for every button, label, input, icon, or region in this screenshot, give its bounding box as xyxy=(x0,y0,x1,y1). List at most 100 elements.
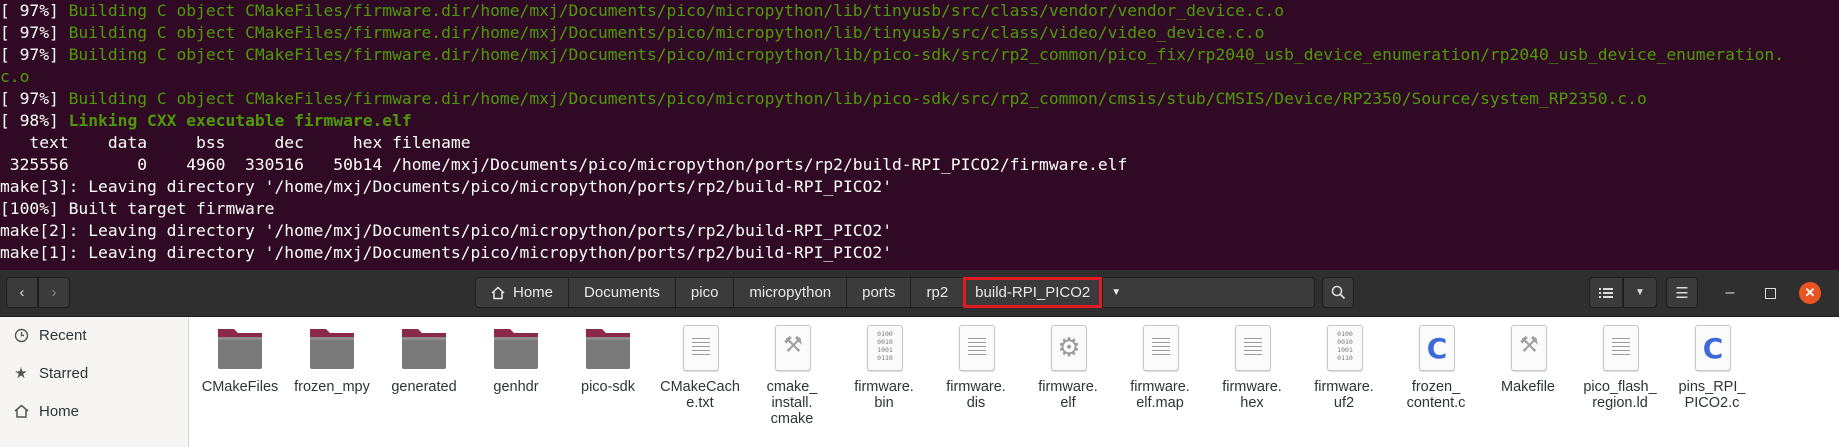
sidebar-item-recent[interactable]: Recent xyxy=(0,317,188,353)
minimize-icon: – xyxy=(1725,284,1735,301)
file-name: genhdr xyxy=(493,379,539,395)
file-item-cmakefiles[interactable]: CMakeFiles xyxy=(192,323,288,395)
breadcrumb-rp2[interactable]: rp2 xyxy=(910,277,964,308)
folder-icon xyxy=(582,323,634,375)
folder-icon xyxy=(490,323,542,375)
breadcrumb-ports[interactable]: ports xyxy=(846,277,911,308)
file-name: firmware. uf2 xyxy=(1314,379,1374,411)
terminal-line: [100%] Built target firmware xyxy=(0,198,1839,220)
chevron-right-icon: › xyxy=(51,284,57,301)
c-source-icon: C xyxy=(1410,323,1462,375)
hammer-icon: ⚒ xyxy=(1502,323,1554,375)
home-icon xyxy=(491,285,505,299)
terminal-line: [ 98%] Linking CXX executable firmware.e… xyxy=(0,110,1839,132)
text-file-icon xyxy=(1594,323,1646,375)
file-name: generated xyxy=(391,379,457,395)
file-name: firmware. bin xyxy=(854,379,914,411)
file-item-firmware-elf[interactable]: ⚙ firmware. elf xyxy=(1020,323,1116,411)
file-item-firmware-uf2[interactable]: 0100 0010 1001 0110 firmware. uf2 xyxy=(1296,323,1392,411)
sidebar-item-label: Home xyxy=(39,402,80,420)
forward-button[interactable]: › xyxy=(38,277,70,308)
terminal-line: 325556 0 4960 330516 50b14 /home/mxj/Doc… xyxy=(0,154,1839,176)
maximize-button[interactable] xyxy=(1759,282,1781,304)
file-item-firmware-bin[interactable]: 0100 0010 1001 0110 firmware. bin xyxy=(836,323,932,411)
sidebar-item-home[interactable]: Home xyxy=(0,393,188,429)
file-item-firmware-dis[interactable]: firmware. dis xyxy=(928,323,1024,411)
view-options-button[interactable]: ▼ xyxy=(1623,277,1657,308)
file-item-frozen-content-c[interactable]: Cfrozen_ content.c xyxy=(1388,323,1484,411)
file-item-cmake-install-cmake[interactable]: ⚒ cmake_ install. cmake xyxy=(744,323,840,427)
close-button[interactable]: ✕ xyxy=(1799,282,1821,304)
terminal-line: [ 97%] Building C object CMakeFiles/firm… xyxy=(0,0,1839,22)
terminal-line-prefix: [ 98%] xyxy=(0,111,69,130)
chevron-left-icon: ‹ xyxy=(19,284,25,301)
terminal-line: make[3]: Leaving directory '/home/mxj/Do… xyxy=(0,176,1839,198)
file-item-generated[interactable]: generated xyxy=(376,323,472,395)
terminal-window[interactable]: [ 97%] Building C object CMakeFiles/firm… xyxy=(0,0,1839,270)
terminal-line-prefix: [ 97%] xyxy=(0,23,69,42)
list-view-button[interactable] xyxy=(1589,277,1623,308)
terminal-line-text: Linking CXX executable firmware.elf xyxy=(68,111,412,130)
file-name: CMakeCach e.txt xyxy=(660,379,740,411)
main-menu-button[interactable]: ☰ xyxy=(1666,277,1698,308)
terminal-line: [ 97%] Building C object CMakeFiles/firm… xyxy=(0,44,1839,66)
breadcrumb: Home Documents pico micropython ports rp… xyxy=(475,277,1315,308)
file-item-frozen-mpy[interactable]: frozen_mpy xyxy=(284,323,380,395)
file-item-makefile[interactable]: ⚒ Makefile xyxy=(1480,323,1576,395)
back-button[interactable]: ‹ xyxy=(6,277,38,308)
list-view-icon xyxy=(1599,287,1613,298)
file-item-cmakecache-txt[interactable]: CMakeCach e.txt xyxy=(652,323,748,411)
terminal-line: c.o xyxy=(0,66,1839,88)
breadcrumb-pico[interactable]: pico xyxy=(674,277,734,308)
terminal-line: make[1]: Leaving directory '/home/mxj/Do… xyxy=(0,242,1839,264)
close-icon: ✕ xyxy=(1804,285,1816,300)
clock-icon xyxy=(12,328,30,343)
terminal-line-prefix: [ 97%] xyxy=(0,1,69,20)
file-item-firmware-hex[interactable]: firmware. hex xyxy=(1204,323,1300,411)
file-item-pico-flash-region-ld[interactable]: pico_flash_ region.ld xyxy=(1572,323,1668,411)
star-icon: ★ xyxy=(14,365,28,382)
text-file-icon xyxy=(1134,323,1186,375)
minimize-button[interactable]: – xyxy=(1719,282,1741,304)
hamburger-icon: ☰ xyxy=(1675,284,1689,302)
file-name: firmware. dis xyxy=(946,379,1006,411)
sidebar-item-label: Recent xyxy=(39,326,87,344)
terminal-line-text: Building C object CMakeFiles/firmware.di… xyxy=(68,23,1265,42)
terminal-line-text: make[3]: Leaving directory '/home/mxj/Do… xyxy=(0,177,892,196)
sidebar: Recent ★ Starred Home xyxy=(0,317,189,447)
binary-file-icon: 0100 0010 1001 0110 xyxy=(858,323,910,375)
maximize-icon xyxy=(1764,287,1776,299)
file-name: frozen_ content.c xyxy=(1406,379,1466,411)
folder-icon xyxy=(306,323,358,375)
file-manager-window: ‹ › Home Documents pico micropython port… xyxy=(0,270,1839,447)
c-source-icon: C xyxy=(1686,323,1738,375)
file-item-pico-sdk[interactable]: pico-sdk xyxy=(560,323,656,395)
home-icon xyxy=(12,404,30,418)
file-name: firmware. elf.map xyxy=(1130,379,1190,411)
terminal-line-text: make[2]: Leaving directory '/home/mxj/Do… xyxy=(0,221,892,240)
text-file-icon xyxy=(1226,323,1278,375)
breadcrumb-micropython[interactable]: micropython xyxy=(733,277,847,308)
binary-file-icon: 0100 0010 1001 0110 xyxy=(1318,323,1370,375)
file-name: firmware. hex xyxy=(1222,379,1282,411)
terminal-line: [ 97%] Building C object CMakeFiles/firm… xyxy=(0,88,1839,110)
search-button[interactable] xyxy=(1322,277,1354,308)
breadcrumb-documents[interactable]: Documents xyxy=(568,277,675,308)
breadcrumb-home[interactable]: Home xyxy=(475,277,569,308)
terminal-line-prefix: [ 97%] xyxy=(0,89,69,108)
sidebar-item-starred[interactable]: ★ Starred xyxy=(0,355,188,391)
gear-icon: ⚙ xyxy=(1042,323,1094,375)
breadcrumb-label: Home xyxy=(513,284,554,301)
file-name: cmake_ install. cmake xyxy=(766,379,818,427)
file-item-pins-rpi-pico2-c[interactable]: Cpins_RPI_ PICO2.c xyxy=(1664,323,1760,411)
file-item-genhdr[interactable]: genhdr xyxy=(468,323,564,395)
terminal-line: text data bss dec hex filename xyxy=(0,132,1839,154)
terminal-line-text: Building C object CMakeFiles/firmware.di… xyxy=(68,1,1285,20)
breadcrumb-menu-button[interactable]: ▼ xyxy=(1102,277,1130,308)
breadcrumb-filler xyxy=(1129,277,1315,308)
breadcrumb-current-folder[interactable]: build-RPI_PICO2 xyxy=(963,277,1103,308)
terminal-line-text: text data bss dec hex filename xyxy=(0,133,471,152)
file-item-firmware-elf-map[interactable]: firmware. elf.map xyxy=(1112,323,1208,411)
folder-icon xyxy=(398,323,450,375)
text-file-icon xyxy=(674,323,726,375)
